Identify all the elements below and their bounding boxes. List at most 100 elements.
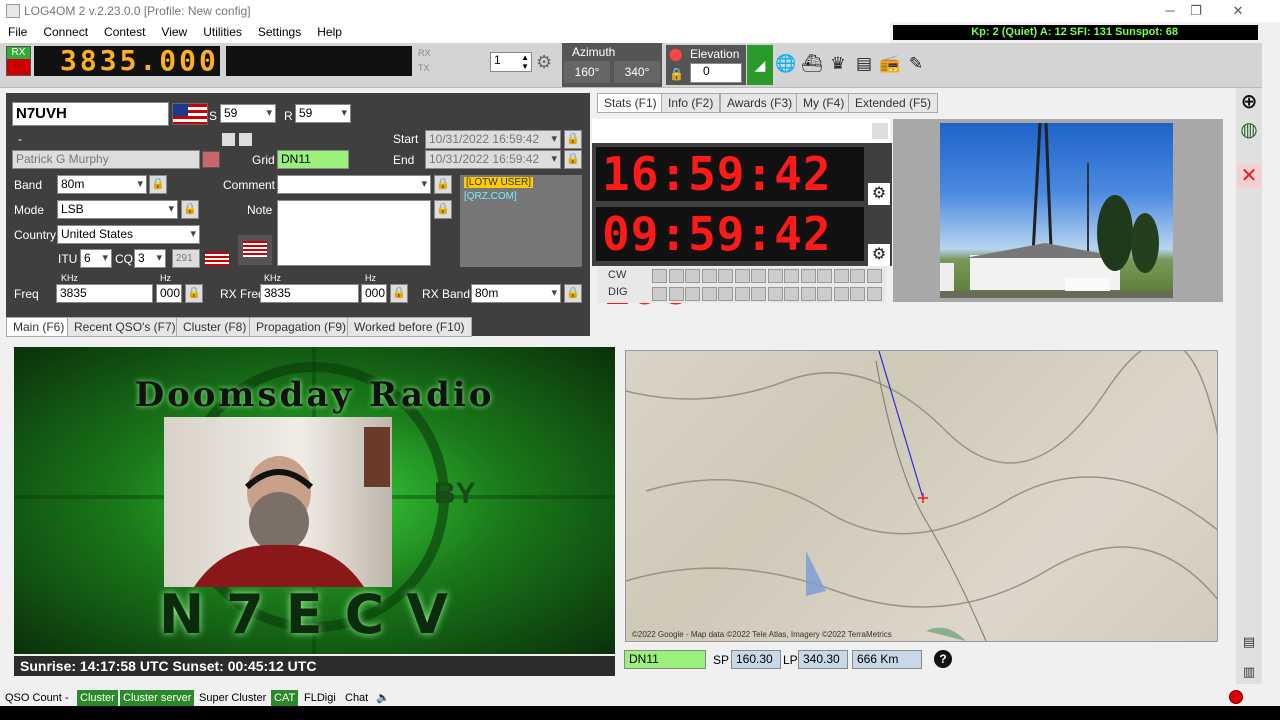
menu-view[interactable]: View bbox=[153, 22, 195, 39]
by-text: BY bbox=[434, 477, 476, 510]
menu-settings[interactable]: Settings bbox=[250, 22, 309, 39]
cw-dig-grid: CW DIG bbox=[598, 267, 886, 303]
qsl-sent-checkbox[interactable] bbox=[222, 133, 235, 146]
map-view[interactable]: ©2022 Google - Map data ©2022 Tele Atlas… bbox=[625, 350, 1218, 642]
tab-cluster[interactable]: Cluster (F8) bbox=[176, 317, 254, 337]
cluster-status[interactable]: Cluster bbox=[77, 690, 118, 706]
rotator-connect-button[interactable]: ◢ bbox=[747, 45, 773, 85]
grid-label: Grid bbox=[252, 153, 275, 167]
stop-icon[interactable]: ⬤ bbox=[669, 47, 682, 61]
country-flag-button[interactable] bbox=[238, 235, 272, 265]
qrz-link[interactable]: [QRZ.COM] bbox=[464, 191, 517, 202]
menu-connect[interactable]: Connect bbox=[35, 22, 96, 39]
maximize-button[interactable]: ❐ bbox=[1174, 0, 1218, 22]
server-icon[interactable]: ▤ bbox=[1237, 630, 1261, 654]
lock-icon[interactable]: 🔒 bbox=[434, 200, 452, 219]
ship-icon[interactable]: ⛴ bbox=[801, 53, 823, 75]
country-select[interactable]: United States bbox=[57, 225, 200, 244]
comment-input[interactable] bbox=[277, 175, 431, 194]
radio-icon[interactable]: 📻 bbox=[879, 53, 901, 75]
qsl-received-checkbox[interactable] bbox=[239, 133, 252, 146]
lock-icon[interactable]: 🔒 bbox=[669, 67, 684, 81]
callsign-input[interactable]: N7UVH bbox=[12, 102, 169, 126]
cw-label: CW bbox=[608, 269, 627, 281]
tab-extended[interactable]: Extended (F5) bbox=[848, 93, 939, 113]
cat-status[interactable]: CAT bbox=[271, 690, 299, 706]
menu-contest[interactable]: Contest bbox=[96, 22, 153, 39]
tab-info[interactable]: Info (F2) bbox=[661, 93, 721, 113]
server-icon[interactable]: ▤ bbox=[853, 53, 875, 75]
help-icon[interactable]: ? bbox=[934, 650, 952, 668]
cq-select[interactable]: 3 bbox=[134, 249, 166, 268]
lock-icon[interactable]: 🔒 bbox=[181, 200, 199, 219]
vfo-selector-stepper[interactable]: 1 ▲ ▼ bbox=[490, 52, 532, 72]
add-icon[interactable]: ⊕ bbox=[1237, 90, 1261, 114]
fldigi-status[interactable]: FLDigi bbox=[301, 690, 339, 706]
lock-icon[interactable]: 🔒 bbox=[564, 130, 582, 149]
utc-clock: 16:59:42 utc bbox=[596, 147, 864, 255]
cluster-server-status[interactable]: Cluster server bbox=[120, 690, 195, 706]
tab-awards[interactable]: Awards (F3) bbox=[720, 93, 800, 113]
stepper-value: 1 bbox=[494, 53, 501, 67]
azimuth-long-path[interactable]: 340° bbox=[614, 61, 660, 83]
hz-unit-label: Hz bbox=[365, 273, 376, 283]
rx-freq-hz-input[interactable]: 000 bbox=[361, 284, 387, 303]
lock-icon[interactable]: 🔒 bbox=[434, 175, 452, 194]
crown-icon[interactable]: ♛ bbox=[827, 53, 849, 75]
tab-worked-before[interactable]: Worked before (F10) bbox=[347, 317, 472, 337]
clear-icon[interactable]: ✕ bbox=[1237, 164, 1261, 188]
lotw-user-badge[interactable]: [LOTW USER] bbox=[464, 177, 534, 188]
end-datetime-input[interactable]: 10/31/2022 16:59:42 bbox=[425, 150, 561, 169]
rx-band-select[interactable]: 80m bbox=[471, 284, 561, 303]
menu-file[interactable]: File bbox=[0, 22, 35, 39]
rst-received-select[interactable]: 59 bbox=[295, 104, 351, 123]
globe-icon[interactable]: ◍ bbox=[1237, 118, 1261, 142]
azimuth-short-path[interactable]: 160° bbox=[564, 61, 610, 83]
grid-input[interactable]: DN11 bbox=[277, 150, 349, 169]
rx-indicator[interactable]: RX bbox=[6, 46, 31, 76]
menu-help[interactable]: Help bbox=[309, 22, 350, 39]
local-clock: 09:59:42 Loc bbox=[596, 207, 864, 315]
close-button[interactable]: ✕ bbox=[1216, 0, 1260, 22]
lock-icon[interactable]: 🔒 bbox=[564, 150, 582, 169]
mode-label: Mode bbox=[14, 203, 45, 217]
signal-icon: ◢ bbox=[754, 57, 766, 73]
lock-icon[interactable]: 🔒 bbox=[564, 284, 582, 303]
elevation-input[interactable]: 0 bbox=[690, 63, 742, 83]
tab-propagation[interactable]: Propagation (F9) bbox=[249, 317, 354, 337]
note-textarea[interactable] bbox=[277, 200, 431, 266]
country-label: Country bbox=[14, 228, 57, 242]
lock-icon[interactable]: 🔒 bbox=[390, 284, 408, 303]
gear-icon[interactable]: ⚙ bbox=[868, 244, 890, 266]
itu-select[interactable]: 6 bbox=[80, 249, 112, 268]
tab-stats[interactable]: Stats (F1) bbox=[597, 93, 664, 113]
menu-utilities[interactable]: Utilities bbox=[195, 22, 250, 39]
speaker-icon[interactable]: 🔈 bbox=[373, 690, 393, 706]
bar-chart-icon[interactable]: ▥ bbox=[1237, 660, 1261, 684]
stats-scroll-button[interactable] bbox=[872, 123, 888, 139]
mode-activity-cell bbox=[866, 269, 882, 283]
rst-sent-select[interactable]: 59 bbox=[220, 104, 276, 123]
tab-my[interactable]: My (F4) bbox=[796, 93, 852, 113]
start-datetime-input[interactable]: 10/31/2022 16:59:42 bbox=[425, 130, 561, 149]
rx-label: RX bbox=[7, 47, 30, 59]
wand-icon[interactable]: ✎ bbox=[905, 53, 927, 75]
super-cluster-status[interactable]: Super Cluster bbox=[196, 690, 269, 706]
lock-icon[interactable]: 🔒 bbox=[185, 284, 203, 303]
mode-select[interactable]: LSB bbox=[57, 200, 178, 219]
gear-icon[interactable]: ⚙ bbox=[868, 183, 890, 205]
chat-status[interactable]: Chat bbox=[342, 690, 371, 706]
tab-main[interactable]: Main (F6) bbox=[6, 317, 72, 337]
band-select[interactable]: 80m bbox=[57, 175, 147, 194]
name-input[interactable]: Patrick G Murphy bbox=[12, 150, 200, 169]
mode-activity-cell bbox=[685, 269, 700, 283]
record-indicator-icon[interactable] bbox=[1229, 690, 1243, 704]
lock-icon[interactable]: 🔒 bbox=[149, 175, 167, 194]
gear-icon[interactable]: ⚙ bbox=[536, 52, 552, 73]
freq-khz-input[interactable]: 3835 bbox=[56, 284, 153, 303]
tab-recent-qsos[interactable]: Recent QSO's (F7) bbox=[67, 317, 183, 337]
globe-icon[interactable]: 🌐 bbox=[775, 53, 797, 75]
freq-hz-input[interactable]: 000 bbox=[156, 284, 182, 303]
envelope-icon[interactable] bbox=[202, 151, 220, 168]
rx-freq-khz-input[interactable]: 3835 bbox=[260, 284, 359, 303]
